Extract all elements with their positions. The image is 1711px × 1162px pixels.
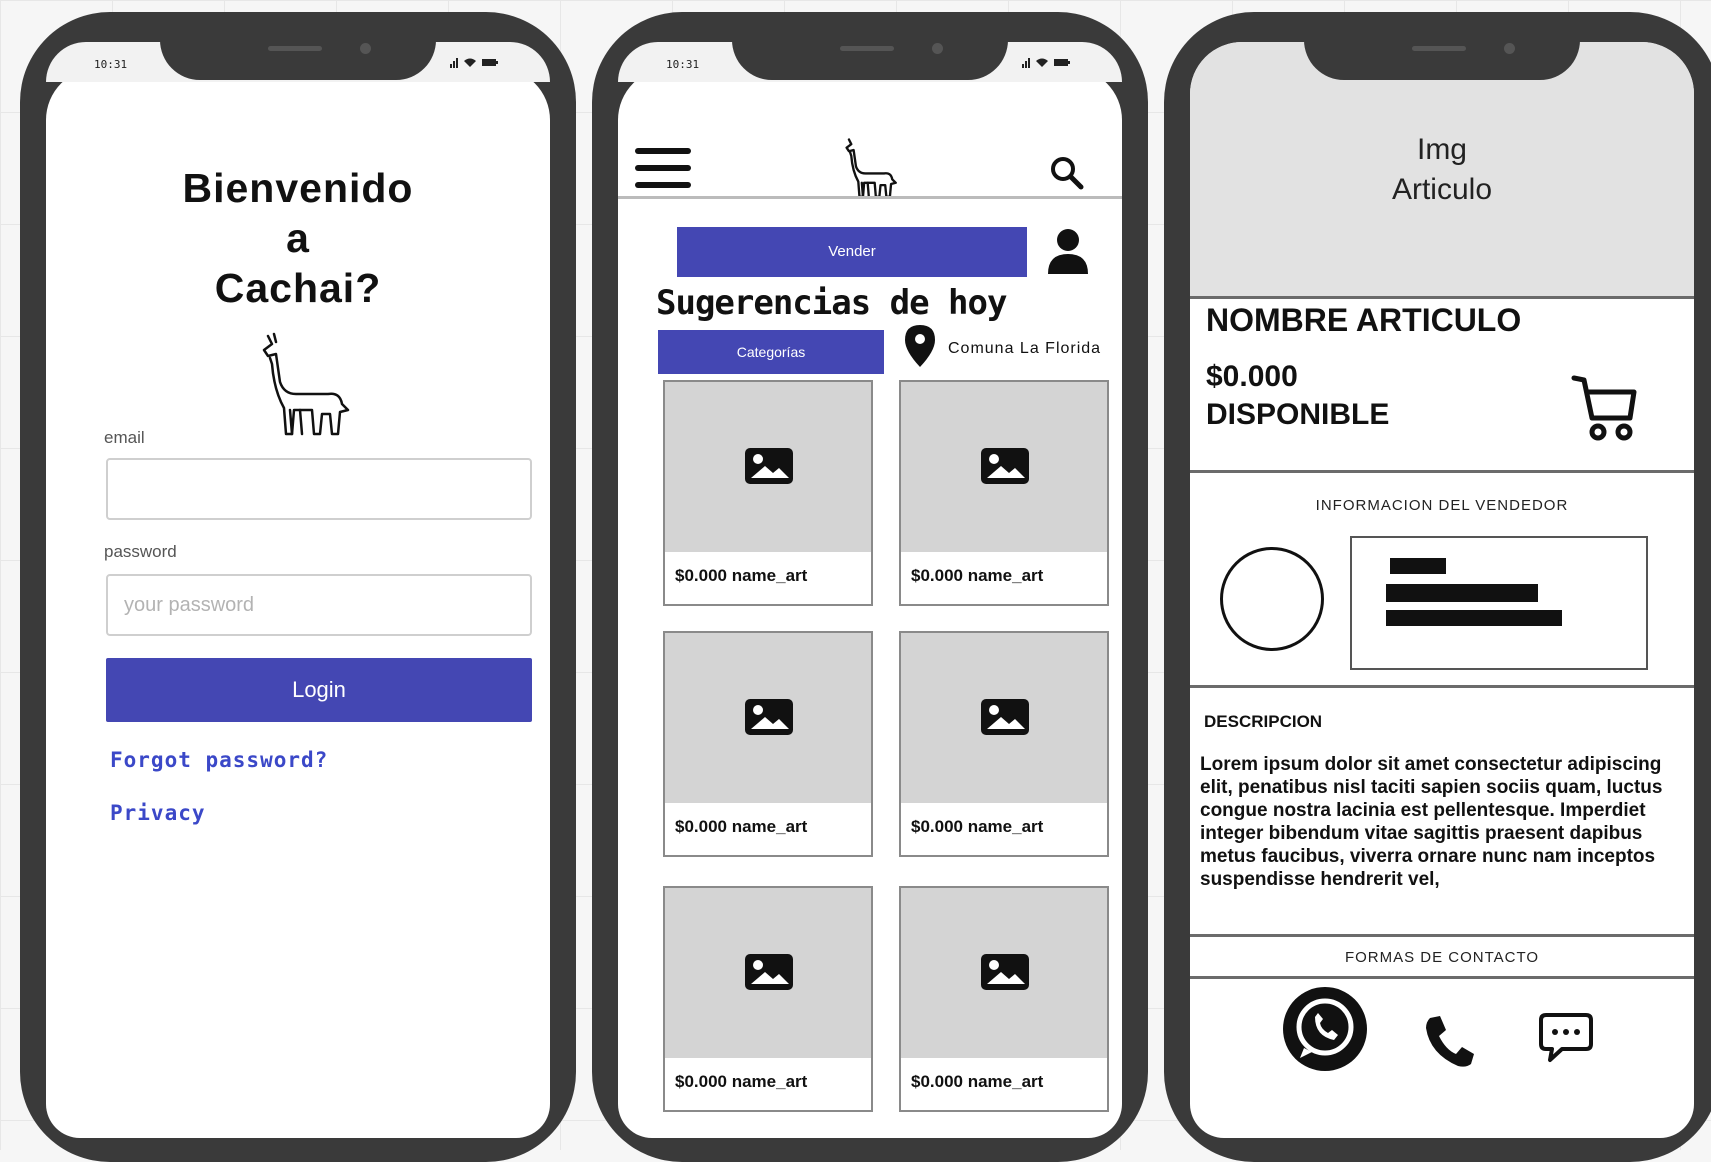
speaker — [1412, 46, 1466, 51]
whatsapp-icon[interactable] — [1282, 986, 1368, 1072]
product-image — [665, 888, 871, 1058]
product-card[interactable]: $0.000 name_art — [899, 380, 1109, 606]
image-placeholder-icon — [981, 954, 1029, 990]
email-input[interactable] — [108, 460, 530, 518]
image-placeholder-icon — [981, 448, 1029, 484]
description-title: DESCRIPCION — [1204, 712, 1323, 731]
phone-login: Bienvenido a Cachai? email password Logi… — [20, 12, 576, 1162]
divider — [1190, 470, 1694, 473]
product-card[interactable]: $0.000 name_art — [663, 886, 873, 1112]
camera — [932, 43, 943, 54]
camera — [1504, 43, 1515, 54]
product-caption: $0.000 name_art — [675, 566, 808, 585]
speaker — [840, 46, 894, 51]
llama-logo-icon — [262, 332, 350, 436]
item-name: NOMBRE ARTICULO — [1206, 302, 1522, 338]
phone-home: Vender Sugerencias de hoy Categorías Com… — [592, 12, 1148, 1162]
location-label[interactable]: Comuna La Florida — [948, 340, 1101, 358]
product-caption: $0.000 name_art — [675, 817, 808, 836]
seller-info-line — [1386, 610, 1562, 626]
signal-wifi-battery-icon — [450, 58, 498, 68]
product-image — [901, 888, 1107, 1058]
product-caption: $0.000 name_art — [911, 1072, 1044, 1091]
notch — [160, 12, 436, 80]
location-pin-icon — [905, 325, 935, 367]
suggestions-title: Sugerencias de hoy — [656, 283, 1007, 323]
product-card[interactable]: $0.000 name_art — [663, 380, 873, 606]
user-icon[interactable] — [1046, 228, 1090, 274]
product-image — [901, 633, 1107, 803]
categories-button[interactable]: Categorías — [658, 330, 884, 374]
detail-screen: Img Articulo NOMBRE ARTICULO $0.000 DISP… — [1190, 42, 1694, 1138]
status-icons — [1022, 56, 1072, 71]
status-time: 10:31 — [94, 58, 128, 71]
welcome-line-1: Bienvenido — [182, 165, 414, 211]
seller-info-box — [1350, 536, 1648, 670]
contact-title: FORMAS DE CONTACTO — [1344, 949, 1540, 966]
article-image-label: Img Articulo — [1190, 130, 1694, 210]
seller-info-line — [1386, 584, 1538, 602]
header-divider — [618, 196, 1122, 199]
speaker — [268, 46, 322, 51]
product-image — [901, 382, 1107, 552]
product-card[interactable]: $0.000 name_art — [663, 631, 873, 857]
item-status: DISPONIBLE — [1206, 398, 1390, 431]
image-placeholder-icon — [981, 699, 1029, 735]
status-time: 10:31 — [666, 58, 700, 71]
seller-avatar[interactable] — [1220, 547, 1324, 651]
welcome-line-2: a — [286, 215, 310, 261]
password-label: password — [104, 542, 177, 561]
email-field[interactable] — [106, 458, 532, 520]
privacy-link[interactable]: Privacy — [110, 801, 206, 825]
home-screen: Vender Sugerencias de hoy Categorías Com… — [618, 68, 1122, 1138]
camera — [360, 43, 371, 54]
sell-button[interactable]: Vender — [677, 227, 1027, 277]
search-icon[interactable] — [1050, 156, 1084, 190]
signal-wifi-battery-icon — [1022, 58, 1070, 68]
welcome-title: Bienvenido a Cachai? — [46, 163, 550, 313]
image-placeholder-icon — [745, 954, 793, 990]
article-image-placeholder: Img Articulo — [1190, 42, 1694, 296]
divider — [1190, 685, 1694, 688]
password-field[interactable] — [106, 574, 532, 636]
product-caption: $0.000 name_art — [675, 1072, 808, 1091]
llama-logo-icon — [845, 138, 897, 198]
phone-icon[interactable] — [1424, 1014, 1474, 1068]
email-label: email — [104, 428, 145, 447]
product-image — [665, 382, 871, 552]
divider — [1190, 976, 1694, 979]
cart-icon[interactable] — [1570, 372, 1640, 442]
status-icons — [450, 56, 500, 71]
password-input[interactable] — [108, 576, 530, 634]
phone-detail: Img Articulo NOMBRE ARTICULO $0.000 DISP… — [1164, 12, 1711, 1162]
notch — [732, 12, 1008, 80]
product-caption: $0.000 name_art — [911, 566, 1044, 585]
product-caption: $0.000 name_art — [911, 817, 1044, 836]
seller-info-line — [1390, 558, 1446, 574]
product-card[interactable]: $0.000 name_art — [899, 631, 1109, 857]
notch — [1304, 12, 1580, 80]
product-image — [665, 633, 871, 803]
image-label-line-2: Articulo — [1391, 173, 1493, 206]
forgot-password-link[interactable]: Forgot password? — [110, 748, 328, 772]
image-placeholder-icon — [745, 699, 793, 735]
seller-info-title: INFORMACION DEL VENDEDOR — [1315, 497, 1569, 514]
login-screen: Bienvenido a Cachai? email password Logi… — [46, 68, 550, 1138]
welcome-line-3: Cachai? — [214, 265, 382, 311]
login-button[interactable]: Login — [106, 658, 532, 722]
divider — [1190, 296, 1694, 299]
item-price: $0.000 — [1206, 360, 1298, 393]
image-label-line-1: Img — [1416, 133, 1467, 166]
product-card[interactable]: $0.000 name_art — [899, 886, 1109, 1112]
divider — [1190, 934, 1694, 937]
menu-icon[interactable] — [635, 146, 691, 190]
chat-icon[interactable] — [1538, 1012, 1594, 1064]
image-placeholder-icon — [745, 448, 793, 484]
description-text: Lorem ipsum dolor sit amet consectetur a… — [1200, 754, 1663, 890]
